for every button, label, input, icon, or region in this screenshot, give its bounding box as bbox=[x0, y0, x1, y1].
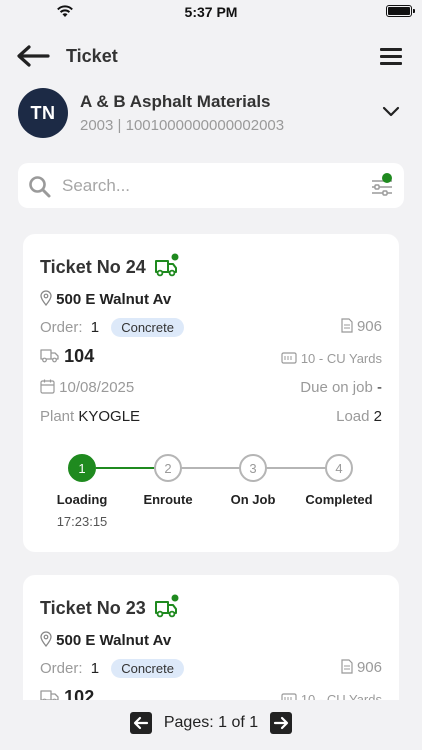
ticket-address: 500 E Walnut Av bbox=[56, 291, 172, 308]
truck-status-icon bbox=[155, 594, 179, 618]
back-arrow-icon[interactable] bbox=[16, 44, 50, 68]
load-value: 2 bbox=[373, 408, 382, 425]
step-on-job: 3 On Job bbox=[208, 454, 298, 507]
search-icon bbox=[29, 176, 51, 198]
truck-status-icon bbox=[155, 253, 179, 277]
step-loading: 1 Loading 17:23:15 bbox=[37, 454, 127, 529]
load-group: Load 2 bbox=[336, 408, 382, 425]
doc-number-group: 906 bbox=[341, 659, 382, 676]
step-circle: 4 bbox=[325, 454, 353, 482]
progress-stepper: 1 Loading 17:23:15 2 Enroute 3 On Job 4 … bbox=[40, 454, 382, 534]
filter-sliders-icon[interactable] bbox=[370, 172, 394, 198]
step-time: 17:23:15 bbox=[56, 514, 108, 529]
address-row: 500 E Walnut Av bbox=[40, 290, 382, 308]
pagination-text: Pages: 1 of 1 bbox=[163, 714, 259, 731]
ticket-date: 10/08/2025 bbox=[59, 379, 135, 396]
step-circle: 3 bbox=[239, 454, 267, 482]
hamburger-menu-icon[interactable] bbox=[380, 48, 402, 66]
truck-number: 104 bbox=[64, 346, 95, 366]
next-page-button[interactable] bbox=[270, 712, 292, 734]
address-row: 500 E Walnut Av bbox=[40, 631, 382, 649]
ticket-list[interactable]: Ticket No 24 500 E Walnut Av Order: 1 Co… bbox=[0, 222, 422, 700]
quantity-icon bbox=[281, 693, 297, 700]
product-badge: Concrete bbox=[111, 318, 184, 337]
doc-number: 906 bbox=[356, 318, 382, 335]
page-title: Ticket bbox=[66, 46, 118, 66]
step-label: Loading bbox=[56, 492, 108, 507]
due-group: Due on job - bbox=[300, 379, 382, 396]
quantity-group: 10 - CU Yards bbox=[281, 691, 382, 700]
company-selector[interactable]: TN A & B Asphalt Materials 2003 | 100100… bbox=[18, 88, 404, 140]
status-bar: 5:37 PM bbox=[0, 0, 422, 24]
truck-row: 104 10 - CU Yards bbox=[40, 346, 382, 367]
ticket-card[interactable]: Ticket No 24 500 E Walnut Av Order: 1 Co… bbox=[23, 234, 399, 552]
truck-row: 102 10 - CU Yards bbox=[40, 687, 382, 700]
step-completed: 4 Completed bbox=[294, 454, 384, 507]
plant-row: Plant KYOGLE Load 2 bbox=[40, 408, 382, 425]
plant-value: KYOGLE bbox=[78, 408, 141, 425]
order-label: Order: bbox=[40, 660, 83, 677]
due-label: Due on job bbox=[300, 379, 373, 396]
quantity-text: 10 - CU Yards bbox=[300, 351, 382, 366]
order-value: 1 bbox=[90, 319, 100, 336]
ticket-address: 500 E Walnut Av bbox=[56, 632, 172, 649]
ticket-card[interactable]: Ticket No 23 500 E Walnut Av Order: 1 Co… bbox=[23, 575, 399, 700]
document-icon bbox=[341, 318, 353, 333]
step-label: Completed bbox=[305, 492, 373, 507]
company-avatar: TN bbox=[18, 88, 68, 138]
doc-number: 906 bbox=[356, 659, 382, 676]
doc-number-group: 906 bbox=[341, 318, 382, 335]
step-label: On Job bbox=[230, 492, 276, 507]
company-name: A & B Asphalt Materials bbox=[80, 92, 271, 111]
step-circle: 1 bbox=[68, 454, 96, 482]
company-subtitle: 2003 | 1001000000000002003 bbox=[80, 117, 285, 134]
step-label: Enroute bbox=[143, 492, 193, 507]
truck-icon bbox=[40, 349, 59, 363]
product-badge: Concrete bbox=[111, 659, 184, 678]
calendar-icon bbox=[40, 379, 55, 394]
arrow-right-icon bbox=[273, 716, 289, 730]
search-bar[interactable]: Search... bbox=[18, 163, 404, 208]
step-circle: 2 bbox=[154, 454, 182, 482]
ticket-title: Ticket No 23 bbox=[40, 598, 146, 618]
app-header: Ticket bbox=[0, 40, 422, 72]
date-row: 10/08/2025 Due on job - bbox=[40, 379, 382, 396]
pagination-bar: Pages: 1 of 1 bbox=[0, 700, 422, 750]
plant-label: Plant bbox=[40, 408, 75, 425]
document-icon bbox=[341, 659, 353, 674]
truck-number: 102 bbox=[64, 687, 95, 700]
order-label: Order: bbox=[40, 319, 83, 336]
chevron-down-icon[interactable] bbox=[382, 106, 400, 118]
battery-icon bbox=[386, 5, 415, 17]
due-value: - bbox=[377, 379, 382, 396]
search-input[interactable]: Search... bbox=[62, 176, 130, 196]
quantity-group: 10 - CU Yards bbox=[281, 350, 382, 367]
load-label: Load bbox=[336, 408, 370, 425]
status-time: 5:37 PM bbox=[184, 4, 238, 20]
order-value: 1 bbox=[90, 660, 100, 677]
order-row: Order: 1 Concrete 906 bbox=[40, 659, 382, 678]
location-pin-icon bbox=[40, 631, 52, 648]
ticket-title: Ticket No 24 bbox=[40, 257, 146, 277]
step-enroute: 2 Enroute bbox=[123, 454, 213, 507]
quantity-icon bbox=[281, 352, 297, 364]
truck-icon bbox=[40, 690, 59, 700]
order-row: Order: 1 Concrete 906 bbox=[40, 318, 382, 337]
location-pin-icon bbox=[40, 290, 52, 307]
quantity-text: 10 - CU Yards bbox=[300, 692, 382, 700]
